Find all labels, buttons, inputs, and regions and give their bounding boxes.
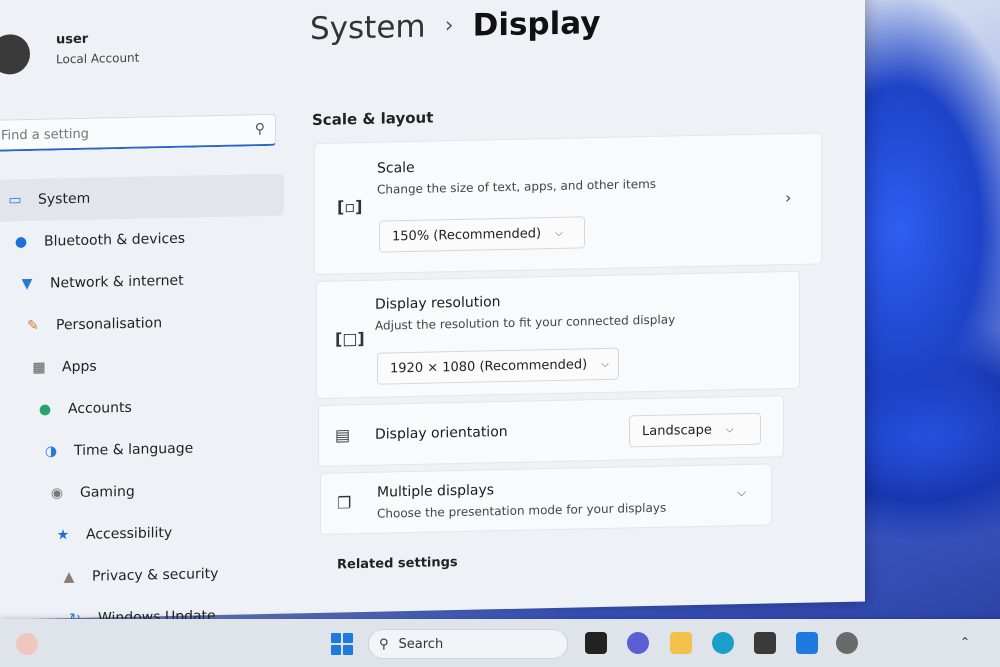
gamepad-icon: ◉ [50,485,64,502]
store-icon[interactable] [754,632,776,654]
settings-search[interactable]: ⚲ [0,113,276,152]
sidebar-item-apps[interactable]: ▦ Apps [0,342,284,390]
person-icon: ● [38,401,52,418]
scale-value: 150% (Recommended) [392,225,542,244]
sidebar-item-label: Accessibility [86,524,173,543]
globe-icon: ◑ [44,443,58,460]
breadcrumb-separator: › [444,13,454,39]
bluetooth-icon: ● [14,234,28,251]
windows-start-icon[interactable] [331,633,353,655]
taskbar-search-label: Search [398,636,444,652]
sidebar-item-network[interactable]: ▼ Network & internet [0,258,284,306]
orientation-card[interactable]: ▤ Display orientation Landscape ⌵ [318,395,784,467]
sidebar-item-label: Accounts [68,399,132,418]
orientation-title: Display orientation [375,423,508,443]
user-name: user [56,31,89,48]
wifi-icon: ▼ [21,275,33,293]
orientation-icon: ▤ [335,425,351,445]
scale-description: Change the size of text, apps, and other… [377,176,657,197]
page-title: Display [472,5,601,44]
sidebar-item-accounts[interactable]: ● Accounts [0,384,284,432]
orientation-dropdown[interactable]: Landscape ⌵ [629,412,761,448]
accessibility-icon: ★ [56,527,70,544]
multiple-displays-icon: ❐ [337,493,352,513]
section-title: Scale & layout [312,108,434,130]
chevron-down-icon: ⌵ [555,227,563,239]
file-explorer-icon[interactable] [670,632,692,654]
sidebar-item-label: Apps [62,358,97,376]
sidebar-item-label: System [38,190,91,208]
taskbar: ⚲ Search ⌃ [0,619,1000,667]
chevron-down-icon: ⌵ [725,423,734,435]
chat-icon[interactable] [627,632,649,654]
sidebar-item-system[interactable]: ▭ System [0,173,284,222]
scale-icon: [▫] [337,196,363,217]
multiple-displays-description: Choose the presentation mode for your di… [377,500,667,521]
monitor-icon: ▭ [8,192,22,209]
sidebar-item-label: Gaming [80,483,135,501]
resolution-card[interactable]: [□] Display resolution Adjust the resolu… [316,270,800,399]
sidebar-nav: ▭ System ● Bluetooth & devices ▼ Network… [0,173,284,642]
sidebar-item-gaming[interactable]: ◉ Gaming [0,468,284,516]
resolution-value: 1920 × 1080 (Recommended) [390,356,588,376]
main-content: System › Display Scale & layout [▫] Scal… [300,0,845,613]
sidebar-item-label: Network & internet [50,272,184,292]
resolution-dropdown[interactable]: 1920 × 1080 (Recommended) ⌵ [377,347,619,385]
scale-title: Scale [377,159,415,177]
resolution-title: Display resolution [375,294,501,313]
sidebar-item-time-language[interactable]: ◑ Time & language [0,426,284,474]
scale-card[interactable]: [▫] Scale Change the size of text, apps,… [314,132,822,276]
multiple-displays-card[interactable]: ❐ Multiple displays Choose the presentat… [320,463,772,535]
settings-gear-icon[interactable] [836,632,858,654]
widgets-icon[interactable] [16,633,38,655]
task-view-icon[interactable] [585,632,607,654]
shield-icon: ▲ [63,569,75,586]
orientation-value: Landscape [642,422,712,439]
chevron-up-icon[interactable]: ⌃ [960,635,970,649]
breadcrumb: System › Display [310,5,600,47]
sidebar-item-label: Privacy & security [92,566,219,585]
scale-dropdown[interactable]: 150% (Recommended) ⌵ [379,216,585,253]
account-type: Local Account [56,50,140,67]
sidebar-item-bluetooth[interactable]: ● Bluetooth & devices [0,216,284,264]
chevron-down-icon: ⌵ [601,358,609,370]
apps-icon: ▦ [32,359,46,376]
avatar [0,33,30,75]
sidebar-item-label: Time & language [74,440,194,460]
sidebar-item-label: Personalisation [56,315,163,334]
brush-icon: ✎ [27,317,39,335]
search-input[interactable] [0,115,243,151]
resolution-description: Adjust the resolution to fit your connec… [375,312,676,333]
sidebar-item-accessibility[interactable]: ★ Accessibility [0,510,284,558]
edge-browser-icon[interactable] [712,632,734,654]
settings-window: user Local Account ⚲ ▭ System ● Bluetoot… [0,0,865,627]
app-l-icon[interactable] [796,632,818,654]
chevron-right-icon[interactable]: › [785,188,791,207]
sidebar-item-label: Bluetooth & devices [44,230,186,250]
sidebar-item-privacy[interactable]: ▲ Privacy & security [0,552,284,600]
taskbar-search[interactable]: ⚲ Search [368,629,568,659]
search-icon[interactable]: ⚲ [255,121,265,137]
related-settings-title: Related settings [337,554,458,573]
search-icon: ⚲ [379,636,389,652]
multiple-displays-title: Multiple displays [377,482,495,501]
sidebar: user Local Account ⚲ ▭ System ● Bluetoot… [0,0,284,627]
breadcrumb-parent[interactable]: System [310,9,426,47]
resolution-icon: [□] [335,328,365,349]
sidebar-item-personalisation[interactable]: ✎ Personalisation [0,300,284,348]
chevron-down-icon[interactable]: ⌵ [737,485,746,500]
